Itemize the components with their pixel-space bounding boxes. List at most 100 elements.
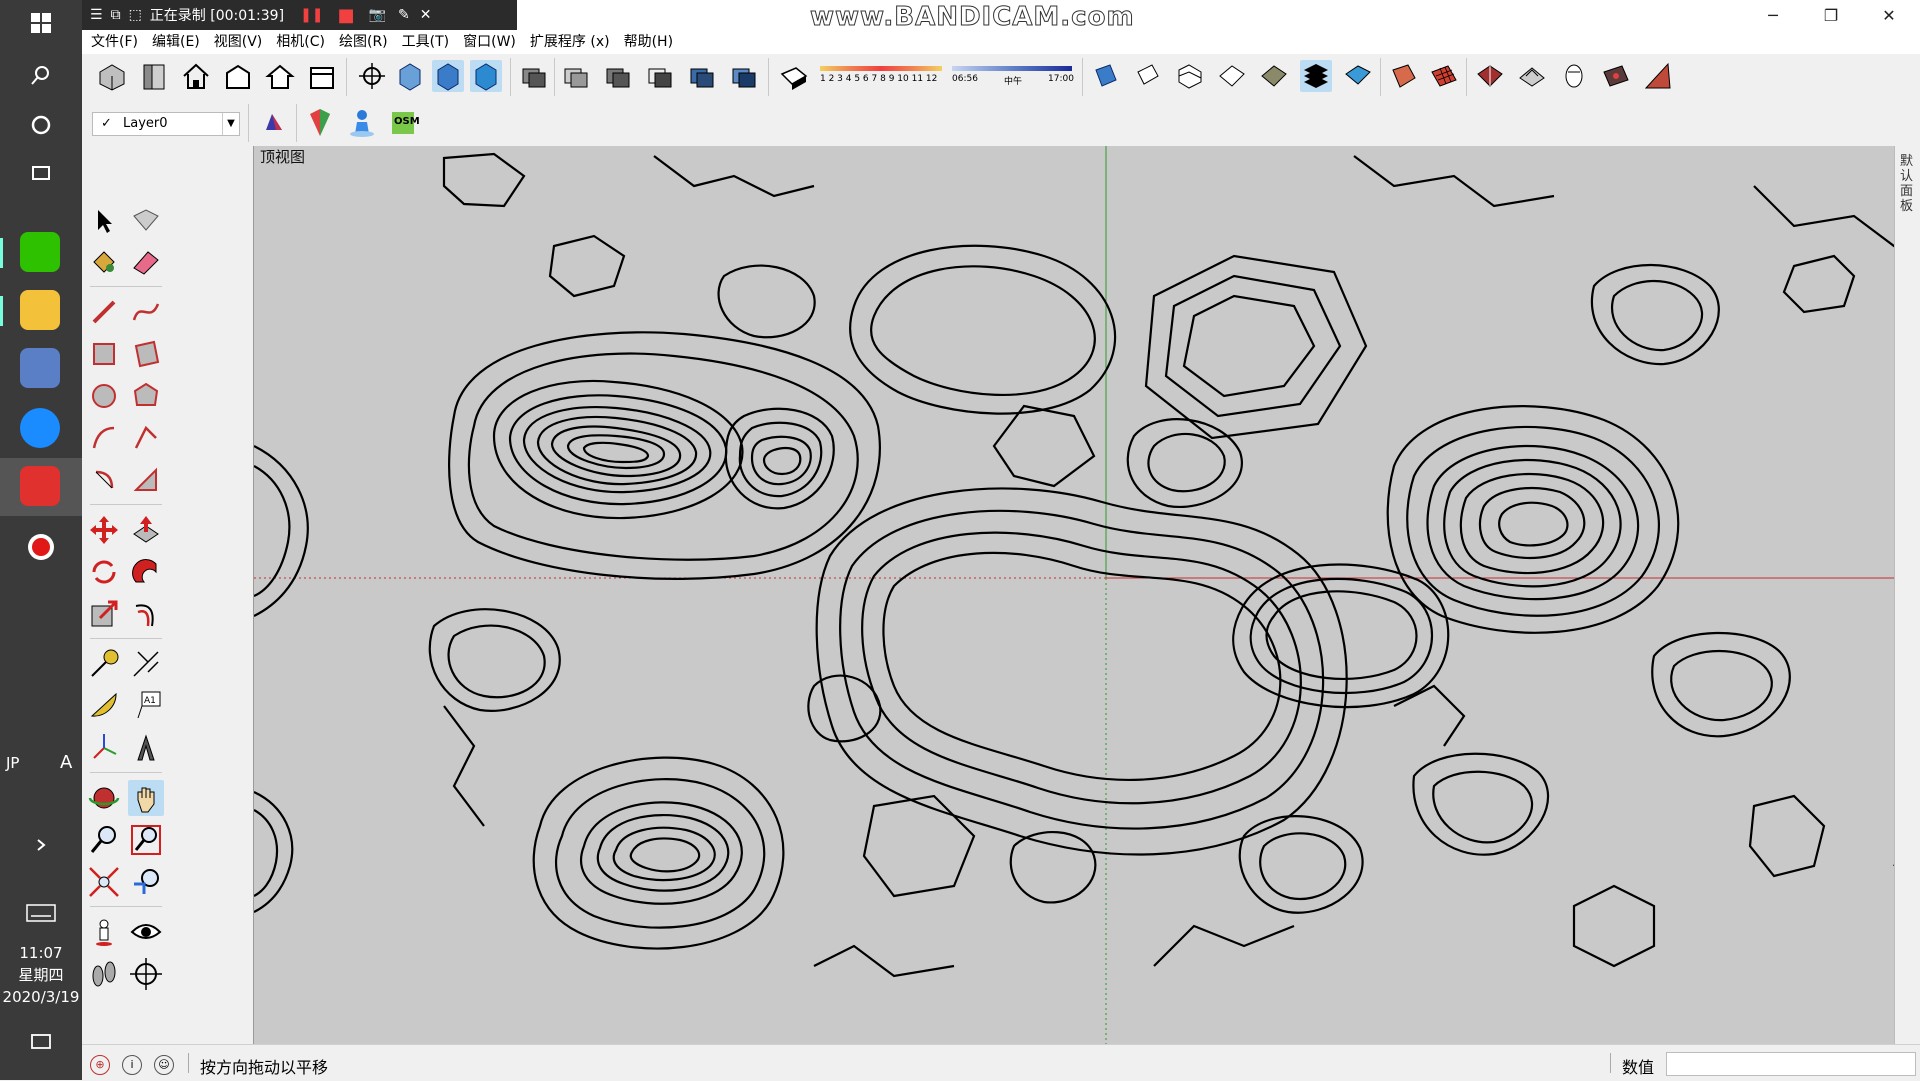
keyboard-icon[interactable]	[0, 890, 82, 936]
protractor-icon[interactable]	[86, 688, 122, 724]
zoom-extents-icon[interactable]	[86, 864, 122, 900]
pause-icon[interactable]: ❚❚	[300, 7, 323, 23]
line-tool-icon[interactable]	[86, 294, 122, 330]
shaded-icon[interactable]	[432, 60, 464, 92]
shadow-time-slider[interactable]: 06:56 中午 17:00	[952, 62, 1074, 92]
wechat-icon[interactable]	[20, 232, 60, 272]
task-view-icon[interactable]	[0, 150, 82, 196]
circle-tool-icon[interactable]	[86, 378, 122, 414]
window-mode-icon[interactable]: ⧉	[111, 7, 121, 23]
rectangle-tool-icon[interactable]	[86, 336, 122, 372]
plugin-3-icon[interactable]	[1558, 60, 1590, 92]
plugin-4-icon[interactable]	[1600, 60, 1632, 92]
cloud-app-icon[interactable]	[20, 348, 60, 388]
stop-icon[interactable]: ■	[338, 5, 355, 26]
look-around-icon[interactable]	[128, 914, 164, 950]
menu-view[interactable]: 视图(V)	[207, 30, 270, 54]
previous-view-icon[interactable]	[128, 864, 164, 900]
osm-icon[interactable]: OSM	[388, 106, 420, 138]
section-plane-icon[interactable]	[518, 60, 550, 92]
pencil-icon[interactable]: ✎	[398, 7, 410, 23]
three-point-arc-icon[interactable]	[128, 462, 164, 498]
rotated-rectangle-icon[interactable]	[128, 336, 164, 372]
select-tool-icon[interactable]	[86, 202, 122, 238]
style-2-icon[interactable]	[602, 60, 634, 92]
paint-bucket-icon[interactable]	[86, 244, 122, 280]
style-4-icon[interactable]	[686, 60, 718, 92]
menu-camera[interactable]: 相机(C)	[269, 30, 332, 54]
record-icon[interactable]	[0, 524, 82, 570]
sandbox-detail-icon[interactable]	[1300, 60, 1332, 92]
rotate-tool-icon[interactable]	[86, 554, 122, 590]
pie-tool-icon[interactable]	[86, 462, 122, 498]
component-tool-icon[interactable]	[128, 202, 164, 238]
top-view-icon[interactable]	[138, 60, 170, 92]
menu-window[interactable]: 窗口(W)	[456, 30, 523, 54]
taskbar-clock[interactable]: 11:07 星期四 2020/3/19	[0, 942, 82, 1008]
menu-icon[interactable]: ☰	[90, 7, 103, 23]
freehand-tool-icon[interactable]	[128, 294, 164, 330]
windows-start-button[interactable]	[0, 0, 82, 46]
camera-icon[interactable]: 📷	[369, 7, 386, 23]
terrain-icon[interactable]	[1388, 60, 1420, 92]
ime-mode[interactable]: A	[60, 752, 72, 773]
two-point-arc-icon[interactable]	[128, 420, 164, 456]
search-icon[interactable]	[0, 52, 82, 98]
info-icon[interactable]: i	[122, 1055, 142, 1075]
layer-color-icon[interactable]	[258, 106, 290, 138]
layer-dropdown[interactable]: ✓ Layer0 ▼	[92, 112, 240, 136]
close-recorder-icon[interactable]: ✕	[420, 7, 432, 23]
plugin-1-icon[interactable]	[1474, 60, 1506, 92]
style-3-icon[interactable]	[644, 60, 676, 92]
kugou-icon[interactable]	[20, 408, 60, 448]
offset-tool-icon[interactable]	[128, 596, 164, 632]
3d-text-icon[interactable]	[128, 730, 164, 766]
back-view-icon[interactable]	[264, 60, 296, 92]
position-camera-icon[interactable]	[86, 914, 122, 950]
default-tray[interactable]: 默认面板	[1894, 146, 1920, 1044]
iso-view-icon[interactable]	[96, 60, 128, 92]
dimension-tool-icon[interactable]	[128, 646, 164, 682]
restore-button[interactable]: ❐	[1802, 0, 1860, 30]
menu-draw[interactable]: 绘图(R)	[332, 30, 395, 54]
shaded-textures-icon[interactable]	[470, 60, 502, 92]
zoom-tool-icon[interactable]	[86, 822, 122, 858]
geolocation-icon[interactable]: ⊕	[90, 1055, 110, 1075]
xray-icon[interactable]	[356, 60, 388, 92]
close-button[interactable]: ✕	[1860, 0, 1918, 30]
plugin-2-icon[interactable]	[1516, 60, 1548, 92]
sandbox-contours-icon[interactable]	[1090, 60, 1122, 92]
region-mode-icon[interactable]: ⬚	[129, 7, 142, 23]
axes-tool-icon[interactable]	[86, 730, 122, 766]
move-tool-icon[interactable]	[86, 512, 122, 548]
right-view-icon[interactable]	[222, 60, 254, 92]
arc-tool-icon[interactable]	[86, 420, 122, 456]
sandbox-stamp-icon[interactable]	[1216, 60, 1248, 92]
style-5-icon[interactable]	[728, 60, 760, 92]
sandbox-smoove-icon[interactable]	[1174, 60, 1206, 92]
tape-measure-icon[interactable]	[86, 646, 122, 682]
add-location-icon[interactable]	[304, 106, 336, 138]
menu-edit[interactable]: 编辑(E)	[145, 30, 207, 54]
text-tool-icon[interactable]: A1	[128, 688, 164, 724]
user-location-icon[interactable]	[346, 106, 378, 138]
file-explorer-icon[interactable]	[20, 290, 60, 330]
menu-extensions[interactable]: 扩展程序 (x)	[523, 30, 617, 54]
shadow-month-slider[interactable]: 1 2 3 4 5 6 7 8 9 10 11 12	[820, 62, 942, 92]
plugin-5-icon[interactable]	[1642, 60, 1674, 92]
walk-tool-icon[interactable]	[86, 956, 122, 992]
chevron-right-icon[interactable]	[0, 822, 82, 868]
user-icon[interactable]: ☺	[154, 1055, 174, 1075]
grid-terrain-icon[interactable]	[1428, 60, 1460, 92]
ime-indicator[interactable]: JP	[6, 754, 19, 772]
sketchup-icon[interactable]	[20, 466, 60, 506]
sandbox-flip-icon[interactable]	[1342, 60, 1374, 92]
eraser-icon[interactable]	[128, 244, 164, 280]
style-1-icon[interactable]	[560, 60, 592, 92]
sandbox-drape-icon[interactable]	[1258, 60, 1290, 92]
scale-tool-icon[interactable]	[86, 596, 122, 632]
menu-help[interactable]: 帮助(H)	[617, 30, 680, 54]
menu-file[interactable]: 文件(F)	[84, 30, 145, 54]
section-tool-icon[interactable]	[128, 956, 164, 992]
pan-tool-icon[interactable]	[128, 780, 164, 816]
